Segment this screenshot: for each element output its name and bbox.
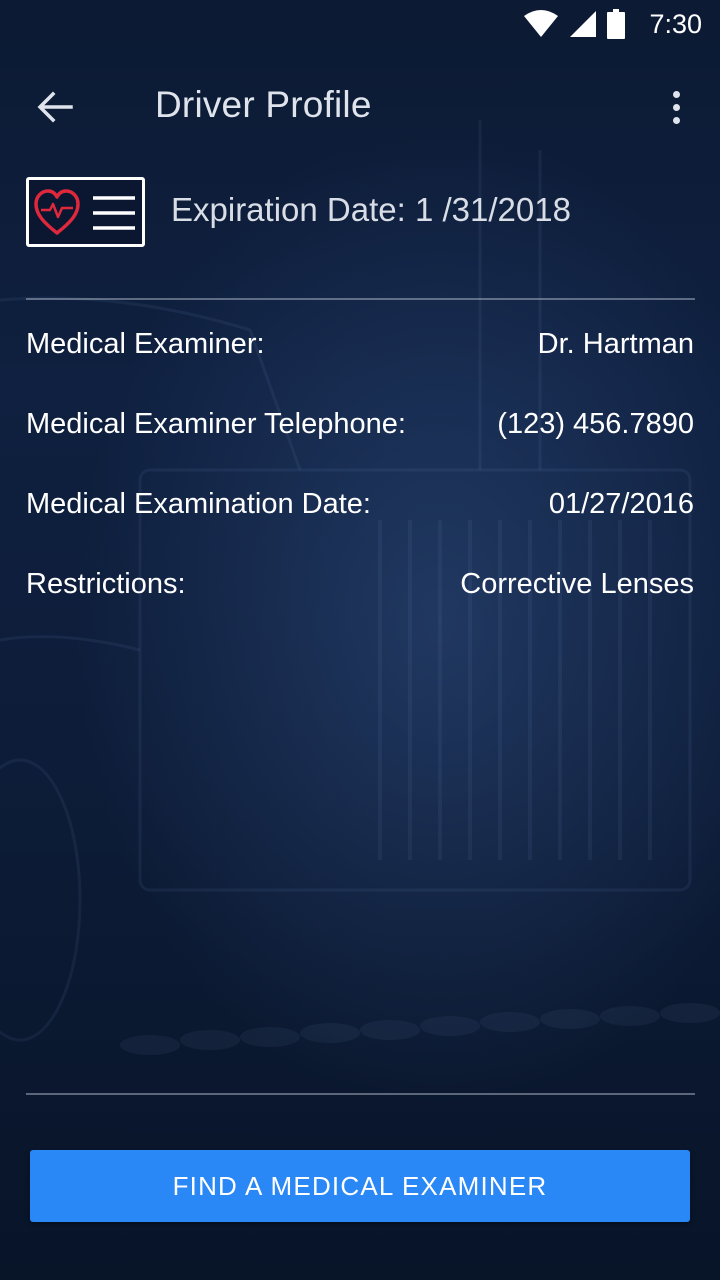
- medical-card-header: Expiration Date: 1 /31/2018: [26, 177, 696, 247]
- detail-row-medical-examiner: Medical Examiner: Dr. Hartman: [26, 320, 694, 400]
- find-medical-examiner-button[interactable]: FIND A MEDICAL EXAMINER: [30, 1150, 690, 1222]
- wifi-icon: [524, 10, 559, 37]
- detail-value: Corrective Lenses: [460, 568, 694, 600]
- detail-value: Dr. Hartman: [537, 328, 694, 360]
- medical-card-icon: [26, 177, 145, 247]
- battery-icon: [607, 9, 626, 39]
- detail-value: 01/27/2016: [548, 488, 694, 520]
- back-button[interactable]: [28, 80, 82, 134]
- menu-dot: [672, 103, 680, 111]
- status-icons: 7:30: [523, 8, 702, 40]
- more-vertical-icon: [672, 90, 680, 98]
- medical-details: Medical Examiner: Dr. Hartman Medical Ex…: [26, 320, 694, 640]
- menu-dot: [672, 116, 680, 124]
- detail-label: Medical Examination Date:: [26, 488, 371, 520]
- overflow-menu-button[interactable]: [656, 80, 696, 134]
- page-title: Driver Profile: [155, 84, 372, 125]
- status-time: 7:30: [649, 8, 702, 39]
- detail-label: Medical Examiner:: [26, 328, 265, 360]
- detail-label: Medical Examiner Telephone:: [26, 408, 406, 440]
- divider: [26, 1093, 695, 1095]
- expiration-date: Expiration Date: 1 /31/2018: [171, 191, 571, 228]
- detail-row-restrictions: Restrictions: Corrective Lenses: [26, 560, 694, 640]
- divider: [26, 298, 695, 300]
- heart-list-icon: [34, 189, 135, 235]
- arrow-left-icon: [37, 91, 73, 123]
- detail-label: Restrictions:: [26, 568, 186, 600]
- status-bar: 7:30: [0, 0, 720, 48]
- detail-row-examination-date: Medical Examination Date: 01/27/2016: [26, 480, 694, 560]
- app-bar: Driver Profile: [0, 58, 720, 154]
- detail-value: (123) 456.7890: [497, 408, 694, 440]
- cell-signal-icon: [570, 11, 597, 37]
- detail-row-examiner-telephone: Medical Examiner Telephone: (123) 456.78…: [26, 400, 694, 480]
